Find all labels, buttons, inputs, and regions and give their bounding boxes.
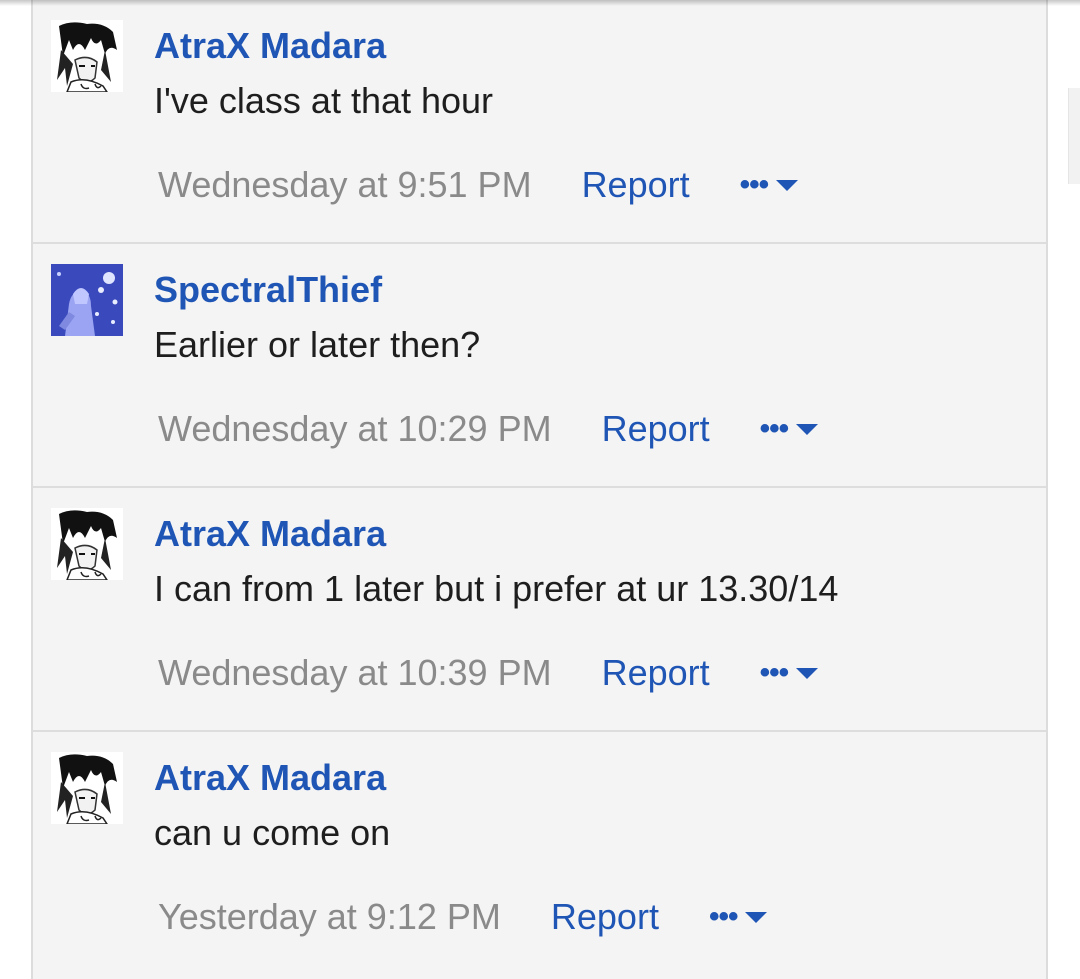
timestamp[interactable]: Wednesday at 9:51 PM bbox=[158, 164, 532, 206]
caret-down-icon bbox=[796, 667, 819, 679]
message-meta: Wednesday at 9:51 PM Report ••• bbox=[158, 162, 799, 208]
more-actions-button[interactable]: ••• bbox=[740, 168, 799, 202]
caret-down-icon bbox=[776, 179, 799, 191]
header-shadow bbox=[0, 0, 1080, 6]
message-meta: Wednesday at 10:29 PM Report ••• bbox=[158, 406, 819, 452]
username[interactable]: AtraX Madara bbox=[154, 756, 386, 800]
report-link[interactable]: Report bbox=[602, 652, 710, 694]
ellipsis-icon: ••• bbox=[708, 900, 738, 933]
conversation-view: AtraX Madara I've class at that hour Wed… bbox=[0, 0, 1080, 979]
message-item: AtraX Madara can u come on Yesterday at … bbox=[33, 732, 1046, 976]
message-meta: Yesterday at 9:12 PM Report ••• bbox=[158, 894, 768, 940]
more-actions-button[interactable]: ••• bbox=[709, 900, 768, 934]
message-item: AtraX Madara I can from 1 later but i pr… bbox=[33, 488, 1046, 732]
adjacent-panel-edge bbox=[1068, 88, 1080, 184]
caret-down-icon bbox=[745, 911, 768, 923]
message-text: I've class at that hour bbox=[154, 80, 494, 121]
report-link[interactable]: Report bbox=[551, 896, 659, 938]
message-list: AtraX Madara I've class at that hour Wed… bbox=[31, 0, 1048, 979]
message-text: I can from 1 later but i prefer at ur 13… bbox=[154, 568, 839, 609]
more-actions-button[interactable]: ••• bbox=[760, 656, 819, 690]
timestamp[interactable]: Wednesday at 10:29 PM bbox=[158, 408, 552, 450]
ellipsis-icon: ••• bbox=[739, 168, 769, 201]
avatar[interactable] bbox=[51, 20, 123, 92]
timestamp[interactable]: Yesterday at 9:12 PM bbox=[158, 896, 501, 938]
message-item: AtraX Madara I've class at that hour Wed… bbox=[33, 0, 1046, 244]
more-actions-button[interactable]: ••• bbox=[760, 412, 819, 446]
report-link[interactable]: Report bbox=[582, 164, 690, 206]
report-link[interactable]: Report bbox=[602, 408, 710, 450]
message-text: can u come on bbox=[154, 812, 391, 853]
message-meta: Wednesday at 10:39 PM Report ••• bbox=[158, 650, 819, 696]
avatar[interactable] bbox=[51, 264, 123, 336]
message-text: Earlier or later then? bbox=[154, 324, 481, 365]
avatar[interactable] bbox=[51, 508, 123, 580]
caret-down-icon bbox=[796, 423, 819, 435]
username[interactable]: AtraX Madara bbox=[154, 24, 386, 68]
ellipsis-icon: ••• bbox=[759, 412, 789, 445]
message-item: SpectralThief Earlier or later then? Wed… bbox=[33, 244, 1046, 488]
avatar[interactable] bbox=[51, 752, 123, 824]
ellipsis-icon: ••• bbox=[759, 656, 789, 689]
username[interactable]: SpectralThief bbox=[154, 268, 382, 312]
username[interactable]: AtraX Madara bbox=[154, 512, 386, 556]
timestamp[interactable]: Wednesday at 10:39 PM bbox=[158, 652, 552, 694]
